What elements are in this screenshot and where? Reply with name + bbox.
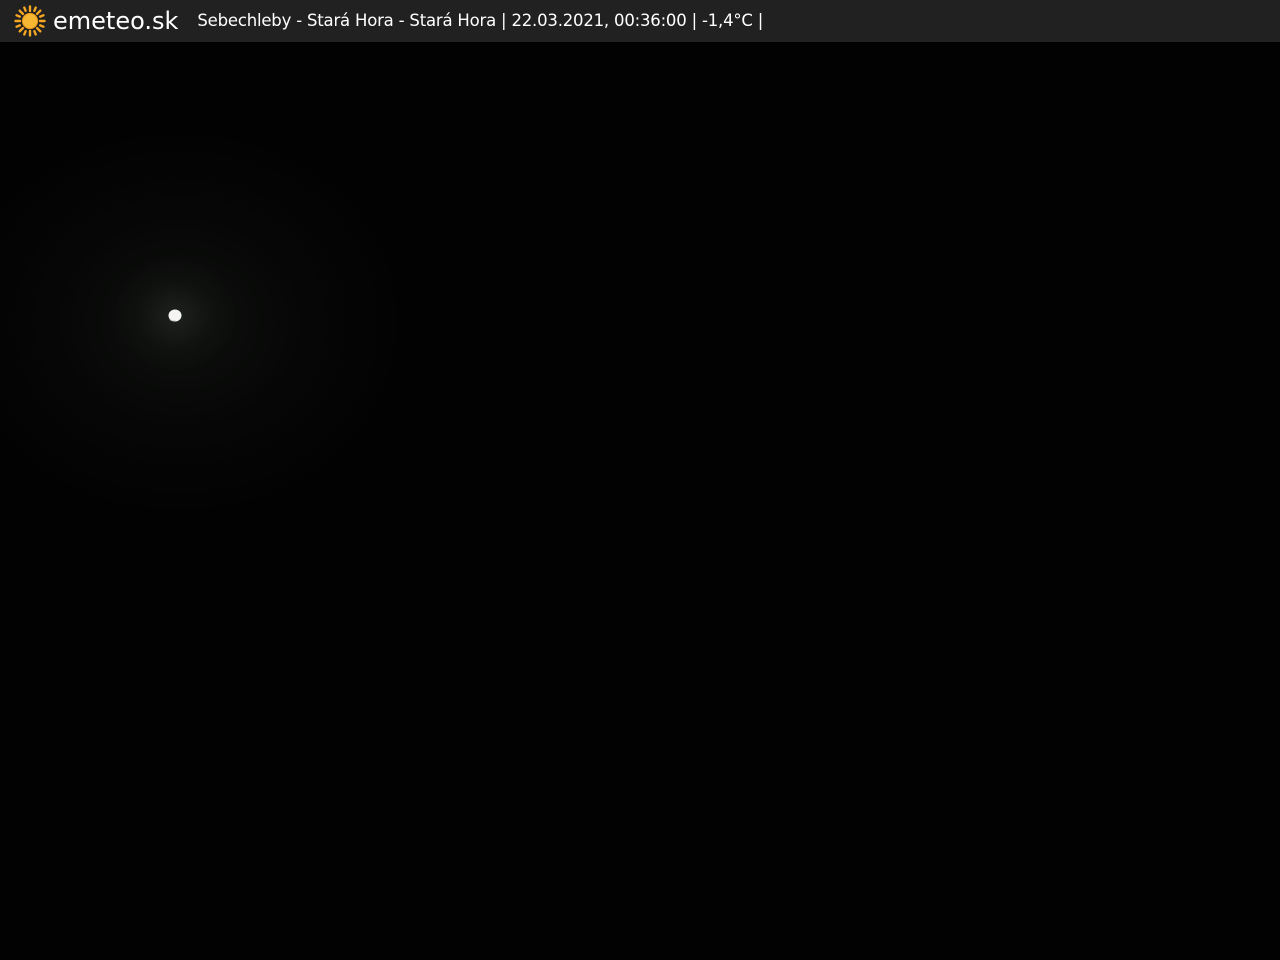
moon-icon <box>168 309 182 322</box>
brand-name: emeteo.sk <box>53 7 179 35</box>
header-bar: emeteo.sk Sebechleby - Stará Hora - Star… <box>0 0 1280 42</box>
sun-icon <box>14 5 46 37</box>
webcam-frame: emeteo.sk Sebechleby - Stará Hora - Star… <box>0 0 1280 960</box>
webcam-caption: Sebechleby - Stará Hora - Stará Hora | 2… <box>197 11 764 30</box>
brand-logo[interactable]: emeteo.sk <box>14 0 178 42</box>
webcam-image <box>0 42 1280 960</box>
